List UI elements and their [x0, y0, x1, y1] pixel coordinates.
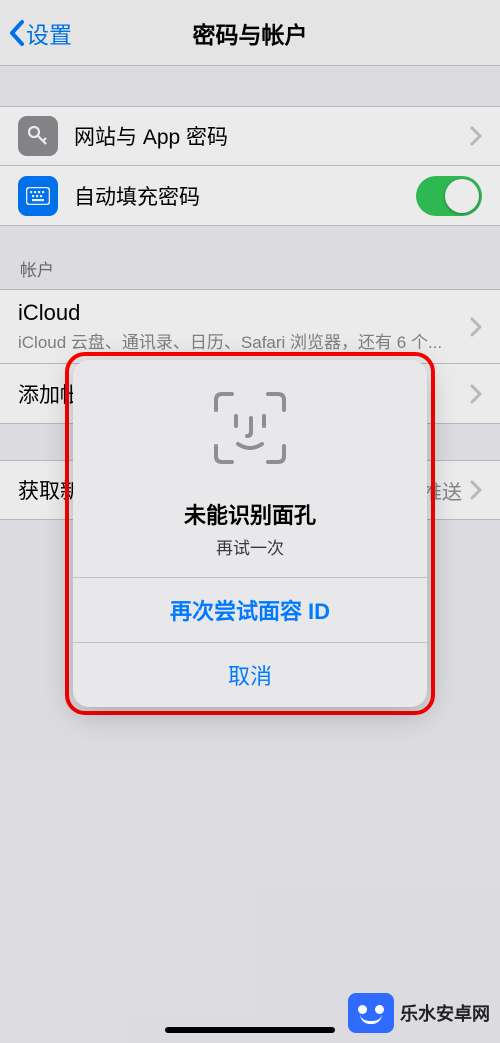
- faceid-icon: [208, 386, 292, 470]
- retry-faceid-button[interactable]: 再次尝试面容 ID: [73, 577, 427, 642]
- home-indicator[interactable]: [165, 1027, 335, 1033]
- watermark: 乐水安卓网: [348, 993, 490, 1033]
- watermark-logo-icon: [348, 993, 394, 1033]
- annotation-highlight: 未能识别面孔 再试一次 再次尝试面容 ID 取消: [65, 352, 435, 715]
- faceid-alert: 未能识别面孔 再试一次 再次尝试面容 ID 取消: [73, 360, 427, 707]
- alert-subtitle: 再试一次: [216, 534, 284, 559]
- cancel-button[interactable]: 取消: [73, 642, 427, 707]
- watermark-text: 乐水安卓网: [400, 1000, 490, 1026]
- alert-title: 未能识别面孔: [184, 498, 316, 530]
